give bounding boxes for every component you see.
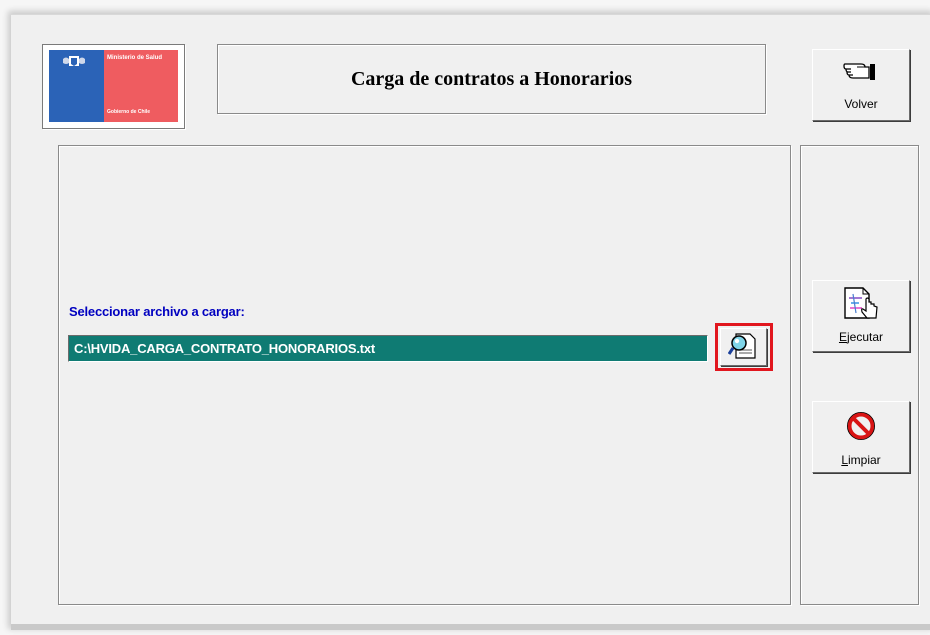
coat-of-arms-icon: [63, 56, 85, 66]
logo-text: Ministerio de Salud: [107, 55, 163, 61]
document-pointer-icon: [844, 287, 878, 319]
no-symbol-icon: [846, 411, 876, 441]
file-path-field[interactable]: C:\HVIDA_CARGA_CONTRATO_HONORARIOS.txt: [68, 335, 708, 362]
select-file-label: Seleccionar archivo a cargar:: [69, 304, 245, 319]
page-title: Carga de contratos a Honorarios: [350, 67, 633, 90]
window-bottom-edge: [11, 624, 930, 630]
ejecutar-mnemonic: E: [838, 330, 847, 344]
volver-button[interactable]: Volver: [812, 49, 910, 121]
browse-file-button[interactable]: [720, 328, 767, 366]
logo-footer: Gobierno de Chile: [107, 109, 151, 115]
limpiar-label: Limpiar: [813, 453, 909, 467]
actions-panel: [800, 145, 919, 605]
limpiar-mnemonic: L: [841, 453, 848, 467]
title-panel: Carga de contratos a Honorarios: [217, 44, 766, 114]
magnifier-document-icon: [728, 333, 756, 359]
limpiar-label-rest: impiar: [848, 453, 881, 467]
ejecutar-button[interactable]: Ejecutar: [812, 280, 910, 352]
ministry-logo: Ministerio de Salud Gobierno de Chile: [42, 44, 185, 129]
limpiar-button[interactable]: Limpiar: [812, 401, 910, 473]
main-panel: [58, 145, 791, 605]
ejecutar-label: Ejecutar: [813, 330, 909, 344]
pointing-hand-icon: [843, 63, 875, 80]
volver-label: Volver: [844, 97, 878, 111]
ejecutar-label-rest: jecutar: [846, 330, 884, 344]
